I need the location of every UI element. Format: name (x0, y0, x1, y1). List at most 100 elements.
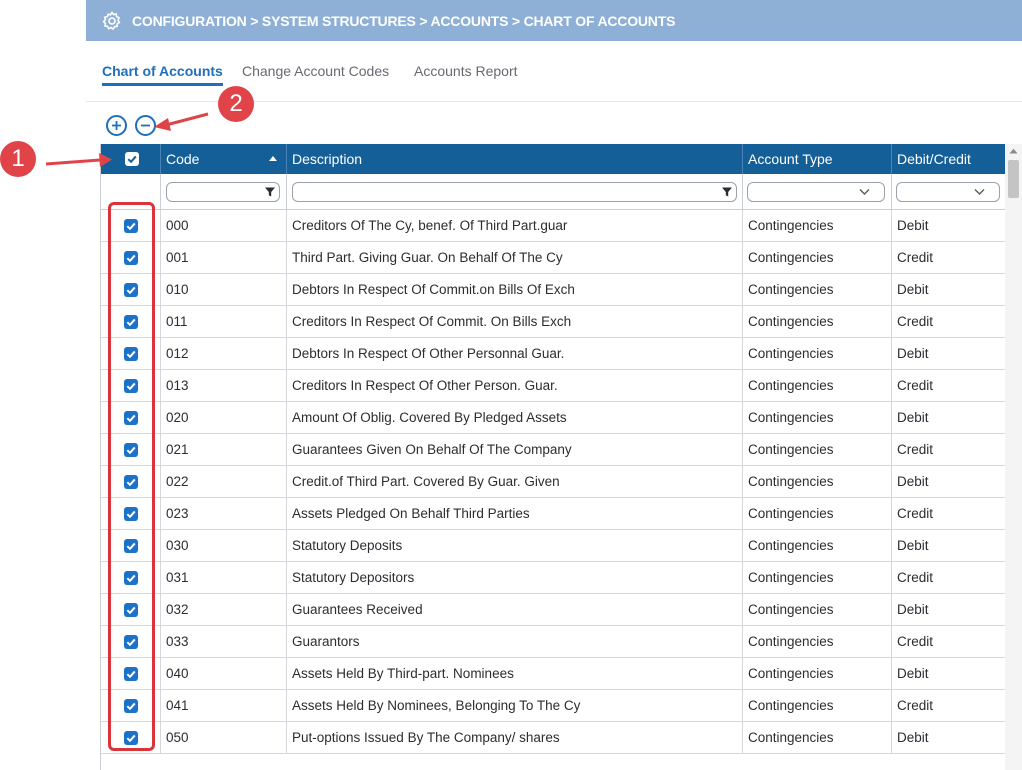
header-code-label: Code (166, 151, 200, 167)
row-checkbox[interactable] (124, 219, 138, 233)
row-checkbox[interactable] (124, 475, 138, 489)
filter-row (101, 174, 1005, 210)
cell-code: 040 (161, 658, 287, 690)
row-checkbox[interactable] (124, 731, 138, 745)
scrollbar-thumb[interactable] (1008, 160, 1019, 198)
add-button[interactable] (106, 115, 127, 136)
cell-account-type: Contingencies (743, 370, 892, 402)
account-type-filter-select[interactable] (747, 182, 885, 202)
table-row[interactable]: 001 Third Part. Giving Guar. On Behalf Of… (101, 242, 1005, 274)
table-row[interactable]: 013 Creditors In Respect Of Other Person.… (101, 370, 1005, 402)
row-checkbox[interactable] (124, 699, 138, 713)
cell-select (101, 338, 161, 370)
debit-credit-filter-select[interactable] (896, 182, 1000, 202)
check-icon (127, 155, 137, 164)
tab-accounts-report[interactable]: Accounts Report (414, 63, 518, 79)
row-checkbox[interactable] (124, 539, 138, 553)
cell-account-type: Contingencies (743, 210, 892, 242)
check-icon (126, 510, 136, 519)
cell-select (101, 530, 161, 562)
cell-description: Guarantees Received (287, 594, 743, 626)
cell-account-type: Contingencies (743, 274, 892, 306)
check-icon (126, 318, 136, 327)
remove-button[interactable] (135, 115, 156, 136)
cell-code: 012 (161, 338, 287, 370)
table-row[interactable]: 011 Creditors In Respect Of Commit. On Bi… (101, 306, 1005, 338)
header-code[interactable]: Code (161, 144, 287, 174)
cell-code: 033 (161, 626, 287, 658)
cell-account-type: Contingencies (743, 242, 892, 274)
row-checkbox[interactable] (124, 347, 138, 361)
cell-account-type: Contingencies (743, 658, 892, 690)
table-row[interactable]: 020 Amount Of Oblig. Covered By Pledged A… (101, 402, 1005, 434)
table-row[interactable]: 023 Assets Pledged On Behalf Third Partie… (101, 498, 1005, 530)
cell-select (101, 370, 161, 402)
header-account-type[interactable]: Account Type (743, 144, 892, 174)
cell-code: 031 (161, 562, 287, 594)
table-row[interactable]: 000 Creditors Of The Cy, benef. Of Third … (101, 210, 1005, 242)
row-checkbox[interactable] (124, 635, 138, 649)
table-row[interactable]: 041 Assets Held By Nominees, Belonging To… (101, 690, 1005, 722)
row-checkbox[interactable] (124, 379, 138, 393)
cell-account-type: Contingencies (743, 434, 892, 466)
cell-description: Statutory Depositors (287, 562, 743, 594)
chevron-down-icon (859, 189, 870, 195)
filter-icon[interactable] (721, 186, 733, 198)
annotation-badge-2: 2 (218, 86, 254, 122)
row-checkbox[interactable] (124, 443, 138, 457)
table-row[interactable]: 033 Guarantors Contingencies Credit (101, 626, 1005, 658)
scroll-up-icon[interactable] (1009, 148, 1018, 154)
code-filter-input[interactable] (166, 182, 280, 202)
annotation-badge-1: 1 (0, 141, 36, 177)
row-checkbox[interactable] (124, 603, 138, 617)
table-row[interactable]: 040 Assets Held By Third-part. Nominees Co… (101, 658, 1005, 690)
select-all-checkbox[interactable] (125, 152, 139, 166)
row-checkbox[interactable] (124, 251, 138, 265)
table-row[interactable]: 031 Statutory Depositors Contingencies Cred… (101, 562, 1005, 594)
cell-select (101, 306, 161, 338)
tab-change-account-codes[interactable]: Change Account Codes (242, 63, 389, 79)
header-select-cell (101, 144, 161, 174)
row-checkbox[interactable] (124, 411, 138, 425)
row-checkbox[interactable] (124, 315, 138, 329)
cell-description: Creditors In Respect Of Other Person. Gu… (287, 370, 743, 402)
cell-select (101, 210, 161, 242)
filter-select-cell (101, 174, 161, 210)
table-row[interactable]: 032 Guarantees Received Contingencies Debit (101, 594, 1005, 626)
cell-select (101, 658, 161, 690)
table-row[interactable]: 021 Guarantees Given On Behalf Of The Com… (101, 434, 1005, 466)
row-checkbox[interactable] (124, 283, 138, 297)
filter-account-type-cell (743, 174, 892, 210)
header-description[interactable]: Description (287, 144, 743, 174)
table-row[interactable]: 022 Credit.of Third Part. Covered By Guar… (101, 466, 1005, 498)
grid-scrollbar[interactable] (1005, 144, 1022, 770)
cell-select (101, 690, 161, 722)
row-checkbox[interactable] (124, 507, 138, 521)
table-row[interactable]: 030 Statutory Deposits Contingencies Debit (101, 530, 1005, 562)
cell-code: 013 (161, 370, 287, 402)
row-checkbox[interactable] (124, 571, 138, 585)
check-icon (126, 638, 136, 647)
filter-description-cell (287, 174, 743, 210)
cell-debit-credit: Credit (892, 306, 1005, 338)
row-checkbox[interactable] (124, 667, 138, 681)
cell-code: 020 (161, 402, 287, 434)
cell-account-type: Contingencies (743, 498, 892, 530)
table-row[interactable]: 010 Debtors In Respect Of Commit.on Bills… (101, 274, 1005, 306)
description-filter-input[interactable] (292, 182, 737, 202)
check-icon (126, 414, 136, 423)
table-row[interactable]: 012 Debtors In Respect Of Other Personnal… (101, 338, 1005, 370)
cell-description: Creditors Of The Cy, benef. Of Third Par… (287, 210, 743, 242)
filter-icon[interactable] (264, 186, 276, 198)
table-row[interactable]: 050 Put-options Issued By The Company/ sh… (101, 722, 1005, 754)
cell-debit-credit: Debit (892, 530, 1005, 562)
cell-debit-credit: Debit (892, 594, 1005, 626)
cell-debit-credit: Credit (892, 498, 1005, 530)
sort-ascending-icon (269, 156, 277, 161)
header-debit-credit[interactable]: Debit/Credit (892, 144, 1005, 174)
cell-code: 030 (161, 530, 287, 562)
cell-select (101, 498, 161, 530)
cell-debit-credit: Debit (892, 658, 1005, 690)
cell-select (101, 626, 161, 658)
tab-chart-of-accounts[interactable]: Chart of Accounts (102, 63, 223, 86)
